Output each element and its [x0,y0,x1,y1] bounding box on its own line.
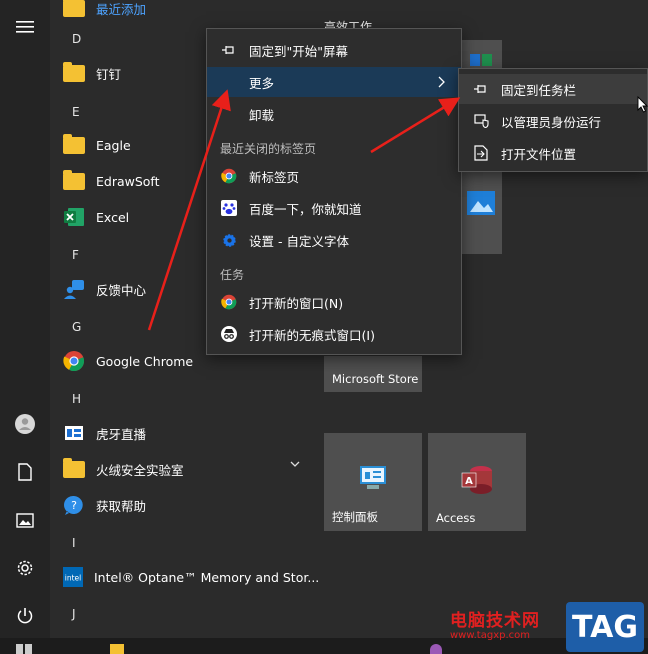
file-explorer-icon[interactable] [110,644,124,654]
watermark-tag-badge: TAG [566,602,644,652]
watermark-url: www.tagxp.com [450,630,530,641]
watermark-logo: 电脑技术网 www.tagxp.com TAG [440,600,648,654]
windows-start-icon[interactable] [14,642,36,654]
annotation-arrows [147,89,461,331]
watermark-text: 电脑技术网 [450,611,540,631]
